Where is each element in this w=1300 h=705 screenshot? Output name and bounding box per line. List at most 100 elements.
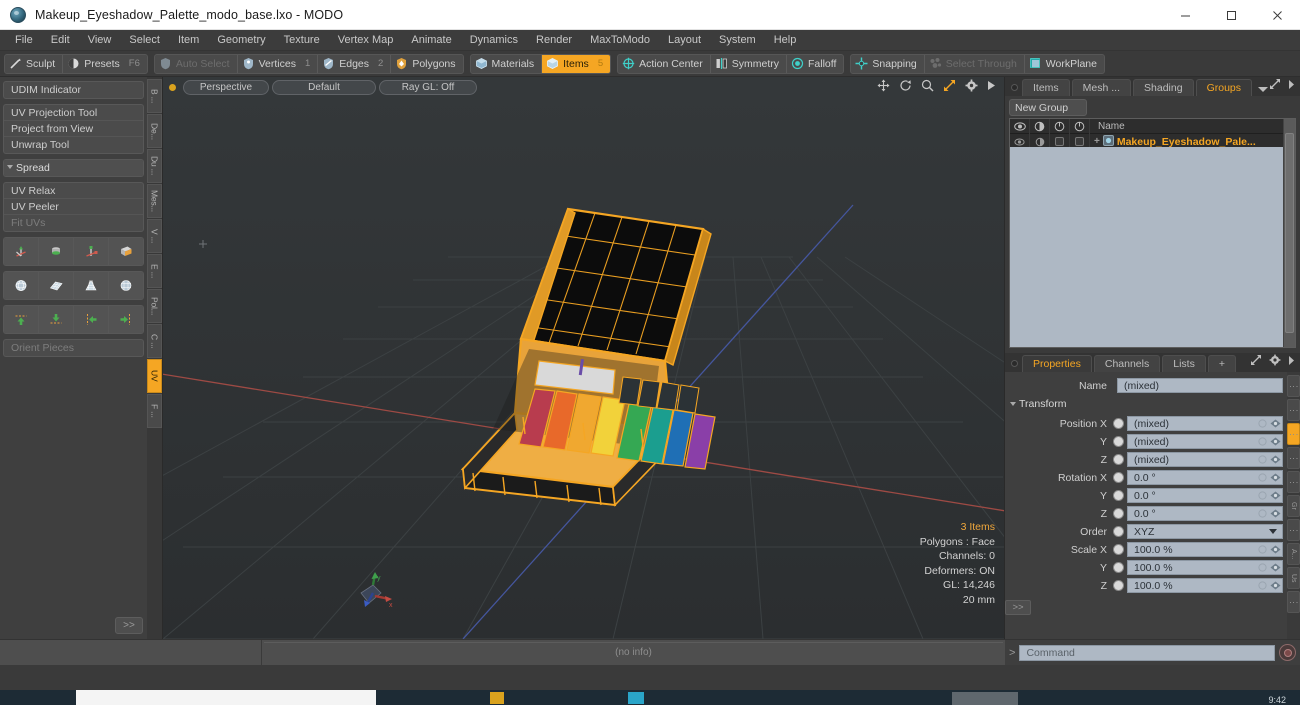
property-key-icon[interactable] [1256, 471, 1269, 484]
viewport-shading-dropdown[interactable]: Default [272, 80, 376, 95]
viewport-menu-dot-icon[interactable] [169, 84, 176, 91]
expand-icon[interactable] [1250, 354, 1262, 369]
property-key-icon[interactable] [1256, 435, 1269, 448]
property-value-field[interactable]: 100.0 % [1127, 578, 1283, 593]
property-key-icon[interactable] [1256, 579, 1269, 592]
property-link-icon[interactable] [1269, 543, 1282, 556]
property-animate-toggle[interactable] [1113, 580, 1124, 591]
align-up-icon[interactable] [4, 306, 39, 333]
menu-item-help[interactable]: Help [765, 30, 806, 51]
menu-item-dynamics[interactable]: Dynamics [461, 30, 527, 51]
tab-lists[interactable]: Lists [1162, 355, 1206, 372]
align-left-icon[interactable] [74, 306, 109, 333]
property-animate-toggle[interactable] [1113, 544, 1124, 555]
property-link-icon[interactable] [1269, 507, 1282, 520]
tree-scrollbar[interactable] [1283, 119, 1295, 347]
menu-item-file[interactable]: File [6, 30, 42, 51]
toolbar-button-vertices[interactable]: Vertices 1 [238, 54, 319, 73]
gear-icon[interactable] [965, 79, 978, 92]
lock-icon[interactable] [1050, 118, 1070, 134]
properties-vtab-7[interactable]: A... [1287, 543, 1300, 565]
left-vtab-c[interactable]: C ... [147, 324, 162, 358]
left-panel-more-button[interactable]: >> [115, 617, 143, 634]
toolbar-button-snapping[interactable]: Snapping [851, 54, 925, 73]
property-key-icon[interactable] [1256, 561, 1269, 574]
property-animate-toggle[interactable] [1113, 418, 1124, 429]
left-panel-item-unwrap-tool[interactable]: Unwrap Tool [4, 137, 143, 153]
left-panel-item-uv-relax[interactable]: UV Relax [4, 183, 143, 199]
property-link-icon[interactable] [1269, 489, 1282, 502]
fit-icon[interactable] [943, 79, 956, 92]
tree-empty-area[interactable] [1010, 147, 1295, 347]
select-icon[interactable] [1070, 118, 1090, 134]
property-animate-toggle[interactable] [1113, 454, 1124, 465]
align-down-icon[interactable] [39, 306, 74, 333]
new-group-button[interactable]: New Group [1009, 99, 1087, 116]
property-value-field[interactable]: 0.0 ° [1127, 470, 1283, 485]
property-value-field[interactable]: 0.0 ° [1127, 506, 1283, 521]
properties-vtab-9[interactable]: ⋮ [1287, 591, 1300, 613]
properties-vtab-1[interactable]: ⋮ [1287, 399, 1300, 421]
tab-channels[interactable]: Channels [1093, 355, 1161, 372]
menu-item-layout[interactable]: Layout [659, 30, 710, 51]
menu-item-view[interactable]: View [79, 30, 121, 51]
left-vtab-du[interactable]: Du ... [147, 149, 162, 183]
left-panel-item-fit-uvs[interactable]: Fit UVs [4, 215, 143, 231]
maximize-icon[interactable] [1208, 0, 1254, 30]
viewport-mode-dropdown[interactable]: Perspective [183, 80, 269, 95]
toolbar-button-workplane[interactable]: WorkPlane [1025, 55, 1104, 73]
align-right-icon[interactable] [109, 306, 143, 333]
toolbar-button-action-center[interactable]: Action Center [618, 54, 711, 73]
toolbar-button-materials[interactable]: Materials [471, 54, 543, 73]
gear-icon[interactable] [1269, 354, 1281, 369]
menu-item-render[interactable]: Render [527, 30, 581, 51]
move-axis-icon[interactable] [4, 238, 39, 265]
properties-vtab-6[interactable]: ⋮ [1287, 519, 1300, 541]
property-key-icon[interactable] [1256, 453, 1269, 466]
sphere-uv-icon[interactable] [4, 272, 39, 299]
menu-item-texture[interactable]: Texture [275, 30, 329, 51]
left-vtab-v[interactable]: V ... [147, 219, 162, 253]
left-panel-item-uv-projection-tool[interactable]: UV Projection Tool [4, 105, 143, 121]
property-key-icon[interactable] [1256, 543, 1269, 556]
property-value-field[interactable]: 100.0 % [1127, 542, 1283, 557]
properties-vtab-2[interactable]: ⋮ [1287, 423, 1300, 445]
properties-vtab-3[interactable]: ⋮ [1287, 447, 1300, 469]
left-vtab-e[interactable]: E ... [147, 254, 162, 288]
flip-uv-icon[interactable] [109, 238, 143, 265]
tab-properties[interactable]: Properties [1022, 355, 1092, 372]
menu-item-edit[interactable]: Edit [42, 30, 79, 51]
property-key-icon[interactable] [1256, 417, 1269, 430]
left-panel-item-udim-indicator[interactable]: UDIM Indicator [4, 82, 143, 98]
left-panel-item-spread[interactable]: Spread [4, 160, 143, 176]
menu-item-animate[interactable]: Animate [402, 30, 460, 51]
record-icon[interactable] [1279, 644, 1296, 661]
tab-overflow-icon[interactable] [1258, 86, 1269, 93]
right-panel-menu-dot-icon[interactable] [1011, 84, 1018, 91]
toolbar-button-symmetry[interactable]: Symmetry [711, 54, 787, 73]
chevron-right-icon[interactable] [1288, 355, 1295, 368]
tab-groups[interactable]: Groups [1195, 79, 1253, 96]
property-value-field[interactable]: (mixed) [1127, 434, 1283, 449]
toolbar-button-select-through[interactable]: Select Through [925, 54, 1025, 73]
tree-scrollbar-thumb[interactable] [1285, 133, 1294, 333]
taskbar-window-preview[interactable] [76, 690, 376, 705]
left-vtab-pol[interactable]: Pol... [147, 289, 162, 323]
toolbar-button-polygons[interactable]: Polygons [391, 55, 462, 73]
axis-gizmo[interactable]: y x [351, 571, 397, 617]
left-vtab-mes[interactable]: Mes... [147, 184, 162, 218]
properties-vtab-5[interactable]: Gr [1287, 495, 1300, 517]
left-vtab-uv[interactable]: UV [147, 359, 162, 393]
toolbar-button-auto-select[interactable]: Auto Select [155, 54, 238, 73]
name-field[interactable]: (mixed) [1117, 378, 1283, 393]
makeup-eyeshadow-palette-model[interactable] [163, 77, 1005, 639]
properties-more-button[interactable]: >> [1005, 600, 1031, 615]
taskbar-app-icon-2[interactable] [628, 692, 644, 704]
property-value-field[interactable]: (mixed) [1127, 416, 1283, 431]
property-link-icon[interactable] [1269, 417, 1282, 430]
tree-expander[interactable]: + [1094, 136, 1100, 147]
shade-icon[interactable] [1030, 118, 1050, 134]
viewport-3d[interactable]: Perspective Default Ray GL: Off 3 Items … [162, 77, 1005, 639]
toolbar-button-edges[interactable]: Edges 2 [318, 54, 392, 73]
menu-item-geometry[interactable]: Geometry [208, 30, 274, 51]
